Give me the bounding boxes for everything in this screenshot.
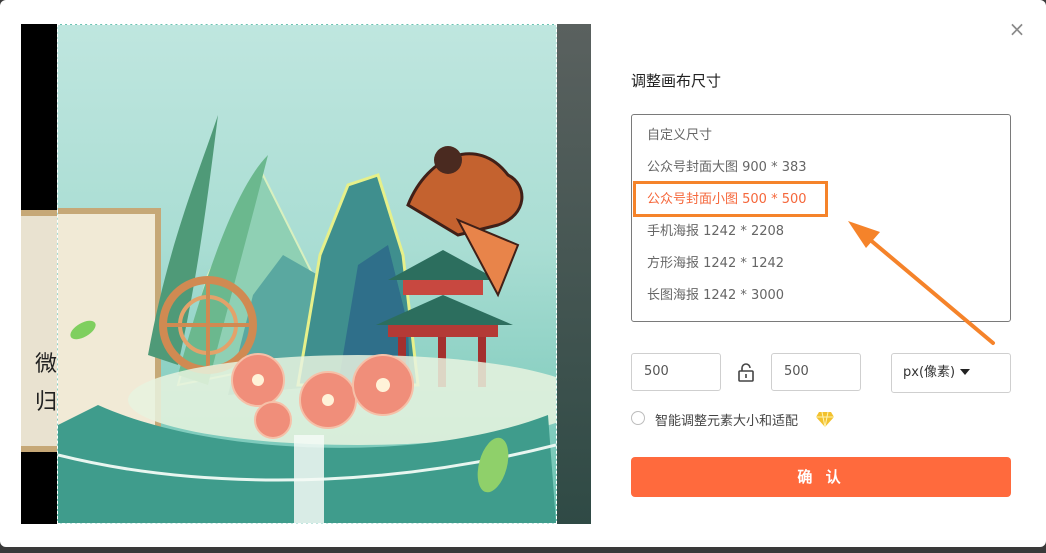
side-text-line1: 微 bbox=[35, 352, 58, 377]
dialog-title: 调整画布尺寸 bbox=[631, 72, 722, 90]
caret-down-icon bbox=[960, 369, 970, 375]
size-option-wechat-cover-large[interactable]: 公众号封面大图 900 * 383 bbox=[647, 158, 807, 178]
preview-side-text: 微 归 bbox=[35, 346, 57, 422]
width-input[interactable]: 500 bbox=[631, 353, 721, 391]
size-option-square-poster[interactable]: 方形海报 1242 * 1242 bbox=[647, 254, 784, 274]
height-input[interactable]: 500 bbox=[771, 353, 861, 391]
side-text-line2: 归 bbox=[35, 390, 58, 415]
size-option-long-poster[interactable]: 长图海报 1242 * 3000 bbox=[647, 286, 784, 306]
size-preset-list: 自定义尺寸 公众号封面大图 900 * 383 公众号封面小图 500 * 50… bbox=[631, 114, 1011, 322]
preview-right-strip bbox=[555, 24, 591, 524]
unit-select[interactable]: px(像素) bbox=[891, 353, 1011, 393]
unit-select-label: px(像素) bbox=[903, 365, 956, 380]
smart-resize-checkbox[interactable] bbox=[631, 411, 645, 425]
size-option-phone-poster[interactable]: 手机海报 1242 * 2208 bbox=[647, 222, 784, 242]
unlock-icon[interactable] bbox=[736, 362, 756, 382]
selected-option-highlight bbox=[633, 181, 828, 217]
confirm-button[interactable]: 确 认 bbox=[631, 457, 1011, 497]
resize-canvas-dialog: × 微 归 调整画布尺寸 自定义尺寸 公众号封面大图 900 * 383 公众号… bbox=[0, 0, 1046, 547]
close-icon[interactable]: × bbox=[1006, 18, 1028, 40]
diamond-icon bbox=[816, 411, 834, 428]
canvas-artwork bbox=[57, 24, 557, 524]
canvas-preview: 微 归 bbox=[21, 24, 591, 524]
artwork-illustration bbox=[58, 115, 556, 523]
smart-resize-label: 智能调整元素大小和适配 bbox=[655, 414, 799, 429]
size-option-custom[interactable]: 自定义尺寸 bbox=[647, 126, 712, 146]
